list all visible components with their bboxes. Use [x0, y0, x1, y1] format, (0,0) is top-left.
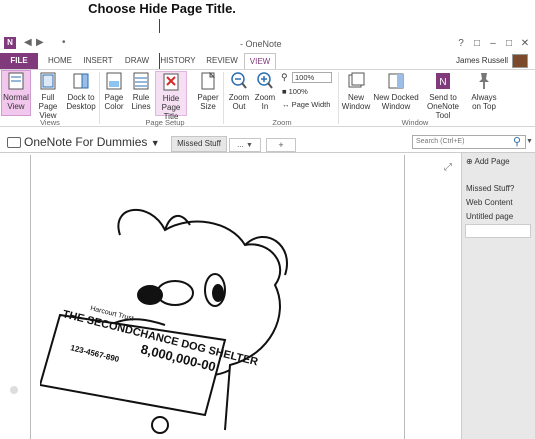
full-page-view-button[interactable]: Full Page View [32, 71, 64, 120]
onenote-tool-icon: N [436, 73, 450, 89]
zoom-in-label: Zoom In [254, 93, 276, 111]
tab-insert[interactable]: INSERT [80, 53, 116, 69]
new-docked-window-icon [388, 73, 404, 89]
zoom-small-icon: ⚲ [281, 72, 288, 82]
forward-icon[interactable]: ▶ [36, 37, 44, 48]
zoom-100-button[interactable]: ■ 100% [282, 87, 308, 96]
chevron-down-icon: ▼ [245, 142, 253, 149]
normal-view-label: Normal View [3, 93, 29, 111]
section-tab-missed-stuff[interactable]: Missed Stuff [171, 136, 227, 152]
zoom-out-label: Zoom Out [228, 93, 250, 111]
page-width-label: Page Width [291, 100, 331, 109]
paper-size-label: Paper Size [197, 93, 219, 111]
maximize-icon[interactable]: □ [502, 38, 516, 49]
tab-history[interactable]: HISTORY [158, 53, 198, 69]
ribbon-display-icon[interactable]: □ [470, 38, 484, 49]
notebook-name-text: OneNote For Dummies [24, 135, 148, 149]
paper-size-icon [201, 71, 216, 90]
tab-view[interactable]: VIEW [244, 53, 276, 69]
zoom-in-button[interactable]: Zoom In [253, 71, 277, 111]
dock-to-desktop-label: Dock to Desktop [66, 93, 96, 111]
page-color-icon [106, 72, 122, 90]
zoom-out-icon [231, 72, 247, 89]
page-item-untitled[interactable]: Untitled page [466, 212, 513, 221]
always-on-top-label: Always on Top [471, 93, 497, 111]
send-to-onenote-tool-button[interactable]: N Send to OneNote Tool [420, 71, 466, 120]
chevron-down-icon: ▼ [150, 138, 160, 148]
window-title: - OneNote [240, 39, 282, 49]
rule-lines-icon [133, 72, 149, 90]
minimize-icon[interactable]: – [486, 38, 500, 49]
user-name[interactable]: James Russell [456, 53, 508, 69]
pin-icon [479, 73, 489, 89]
full-page-view-label: Full Page View [38, 93, 58, 120]
page-list-pane [461, 153, 535, 439]
zoom-out-button[interactable]: Zoom Out [226, 71, 252, 111]
page-margin-left [30, 155, 31, 439]
page-item-missed-stuff[interactable]: Missed Stuff? [466, 184, 514, 193]
rule-lines-label: Rule Lines [131, 93, 151, 111]
search-input[interactable]: Search (Ctrl+E) [412, 135, 526, 149]
separator [338, 72, 339, 124]
new-window-button[interactable]: New Window [340, 71, 372, 111]
add-page-label: Add Page [474, 157, 510, 166]
normal-view-icon [8, 72, 24, 90]
zoom-select[interactable]: 100% [292, 72, 332, 83]
page-item-web-content[interactable]: Web Content [466, 198, 513, 207]
page-item-new[interactable] [465, 224, 531, 238]
qat-customize-icon[interactable]: • [62, 37, 66, 48]
close-icon[interactable]: ✕ [518, 38, 532, 49]
page-setup-group-label: Page Setup [145, 118, 185, 127]
avatar[interactable] [512, 54, 528, 68]
page-width-button[interactable]: ↔ Page Width [282, 100, 330, 109]
search-dropdown-icon[interactable]: ▼ [526, 138, 533, 145]
zoom-100-label: 100% [288, 87, 308, 96]
add-section-button[interactable]: + [266, 138, 296, 152]
back-icon[interactable]: ◀ [24, 37, 32, 48]
page-color-label: Page Color [104, 93, 124, 111]
hide-page-title-icon [163, 73, 179, 91]
normal-view-button[interactable]: Normal View [1, 71, 31, 111]
notebook-name[interactable]: OneNote For Dummies ▼ [24, 135, 160, 149]
tab-review[interactable]: REVIEW [203, 53, 241, 69]
callout-text: Choose Hide Page Title. [88, 1, 236, 16]
notebook-icon[interactable] [7, 137, 21, 148]
full-page-view-icon [40, 72, 56, 90]
help-icon[interactable]: ? [454, 38, 468, 49]
dog-check-illustration: Harcourt Trust THE SECONDCHANCE DOG SHEL… [40, 208, 288, 434]
views-group-label: Views [40, 118, 60, 127]
dock-to-desktop-button[interactable]: Dock to Desktop [64, 71, 98, 111]
side-handle-icon [10, 386, 18, 394]
new-docked-window-label: New Docked Window [373, 93, 419, 111]
zoom-in-icon [257, 72, 273, 89]
dock-to-desktop-icon [73, 73, 89, 89]
tab-home[interactable]: HOME [42, 53, 78, 69]
section-tab-more-label: ... [237, 140, 244, 149]
add-page-icon: ⊕ [466, 157, 473, 166]
zoom-group-label: Zoom [272, 118, 292, 127]
hide-page-title-button[interactable]: Hide Page Title [155, 71, 187, 121]
window-group-label: Window [401, 118, 429, 127]
new-docked-window-button[interactable]: New Docked Window [372, 71, 420, 111]
tab-draw[interactable]: DRAW [120, 53, 154, 69]
paper-size-button[interactable]: Paper Size [194, 71, 222, 111]
separator [223, 72, 224, 124]
hide-page-title-label: Hide Page Title [161, 94, 181, 121]
search-icon[interactable]: ⚲ [513, 135, 521, 148]
new-window-label: New Window [341, 93, 371, 111]
send-to-onenote-tool-label: Send to OneNote Tool [426, 93, 460, 120]
onenote-logo-icon: N [4, 37, 16, 49]
section-tab-more[interactable]: ... ▼ [229, 138, 261, 152]
svg-text:N: N [439, 77, 446, 88]
page-margin-right [404, 155, 405, 439]
add-page-button[interactable]: ⊕ Add Page [466, 157, 510, 166]
tab-file[interactable]: FILE [0, 53, 38, 69]
new-window-icon [348, 72, 365, 88]
always-on-top-button[interactable]: Always on Top [468, 71, 500, 111]
rule-lines-button[interactable]: Rule Lines [128, 71, 154, 111]
expand-icon[interactable]: ⤢ [444, 162, 452, 173]
page-color-button[interactable]: Page Color [100, 71, 128, 111]
